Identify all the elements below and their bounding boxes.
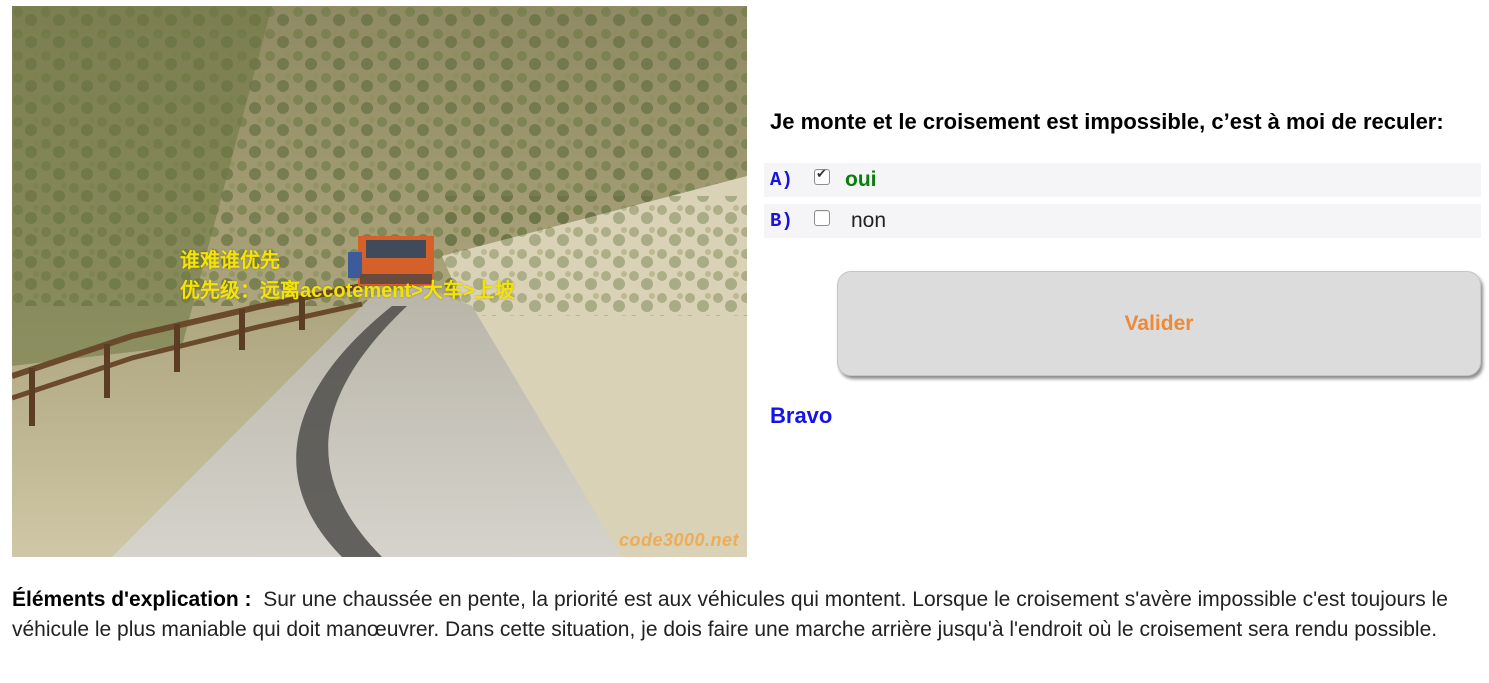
explanation-block: Éléments d'explication : Sur une chaussé… — [12, 585, 1472, 645]
answer-label-b: non — [851, 209, 887, 232]
question-photo: 谁难谁优先 优先级：远离accotement>大车>上坡 code3000.ne… — [12, 6, 747, 557]
answer-checkbox-a[interactable] — [814, 166, 830, 185]
photo-watermark: code3000.net — [618, 530, 739, 550]
answer-option-a[interactable]: A) oui — [764, 163, 1481, 197]
submit-button[interactable]: Valider — [837, 271, 1481, 376]
answer-checkbox-b[interactable] — [814, 210, 830, 226]
explanation-heading: Éléments d'explication : — [12, 588, 252, 611]
photo-overlay-title: 谁难谁优先 — [180, 250, 280, 272]
question-text: Je monte et le croisement est impossible… — [770, 109, 1444, 134]
answer-letter-b: B) — [770, 210, 793, 232]
feedback-message: Bravo — [770, 403, 833, 428]
photo-overlay-priority: 优先级：远离accotement>大车>上坡 — [180, 280, 515, 302]
answer-option-b[interactable]: B) non — [764, 204, 1481, 238]
answer-letter-a: A) — [770, 169, 793, 191]
answer-label-a: oui — [845, 168, 877, 191]
